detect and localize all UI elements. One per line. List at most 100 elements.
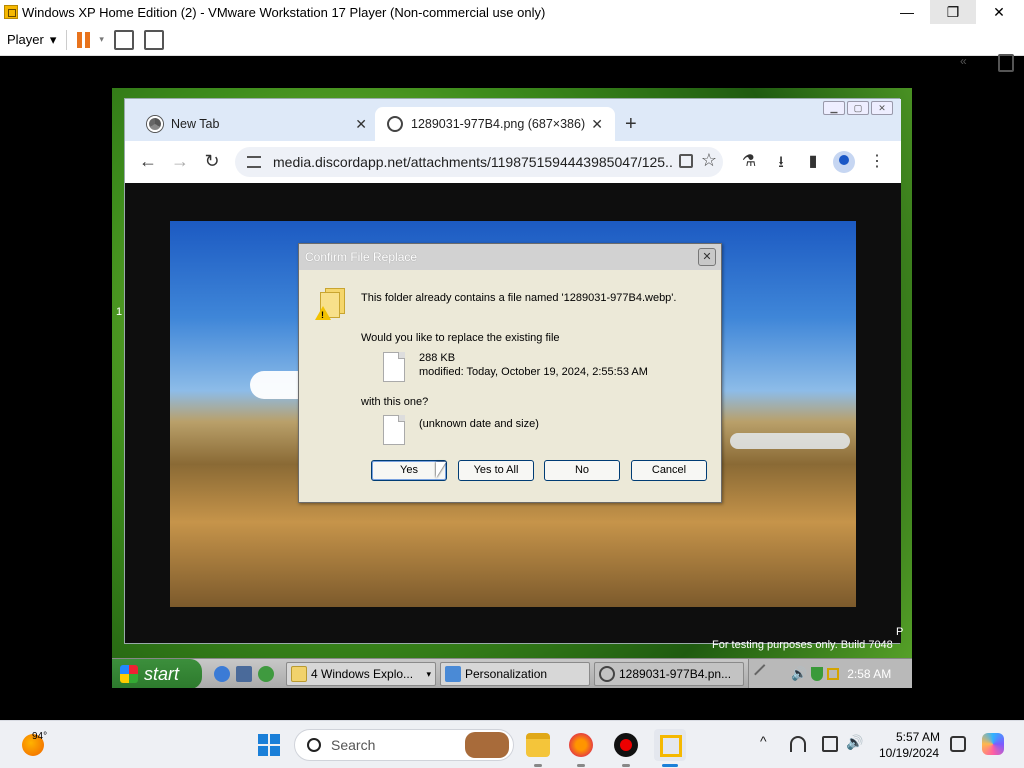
dialog-close-button[interactable]: ✕ [698, 248, 716, 266]
vmware-titlebar: Windows XP Home Edition (2) - VMware Wor… [0, 0, 1024, 24]
tray-clock[interactable]: 2:58 AM [847, 667, 891, 681]
close-button[interactable]: ✕ [871, 101, 893, 115]
notes-icon[interactable] [998, 54, 1014, 72]
download-icon[interactable]: ⭳ [771, 151, 791, 178]
toolbar-divider [66, 29, 68, 50]
xp-taskbar: start 4 Windows Explo... ▾ Personalizati… [112, 658, 912, 688]
search-label: Search [331, 737, 376, 753]
display-icon[interactable] [822, 736, 838, 752]
maximize-button[interactable]: ▢ [847, 101, 869, 115]
taskbar-button-chrome[interactable]: 1289031-977B4.pn... [594, 662, 744, 686]
weather-temperature[interactable]: 94° [32, 731, 47, 742]
folder-icon [291, 666, 307, 682]
pencil-icon[interactable] [754, 664, 774, 684]
new-file-info: (unknown date and size) [419, 418, 539, 430]
network-icon[interactable] [790, 736, 806, 752]
file-icon [383, 415, 405, 445]
new-tab-button[interactable]: + [625, 113, 637, 136]
existing-file-modified: modified: Today, October 19, 2024, 2:55:… [419, 366, 648, 378]
screen-recorder-icon[interactable] [614, 733, 638, 757]
chevron-down-icon: ▾ [49, 31, 57, 47]
vmware-maximize-button[interactable]: ❐ [930, 0, 976, 24]
minimize-button[interactable]: ▁ [823, 101, 845, 115]
guest-screen[interactable]: 1 New Tab ✕ 1289031-977B4.png (687×386) … [112, 88, 912, 688]
chrome-favicon-icon [147, 116, 163, 132]
kebab-menu-icon[interactable]: ⋮ [867, 151, 887, 171]
windows-flag-icon [120, 665, 138, 683]
build-watermark: For testing purposes only. Build 7048 [712, 639, 893, 651]
system-tray: 🔊 2:58 AM [748, 659, 912, 688]
tab-new-tab[interactable]: New Tab ✕ [135, 107, 379, 141]
internet-explorer-icon[interactable] [214, 666, 230, 682]
windows-start-icon[interactable] [258, 734, 280, 756]
security-shield-icon[interactable] [811, 667, 824, 681]
speaker-icon[interactable]: 🔊 [846, 734, 863, 750]
tab-label: New Tab [171, 117, 220, 131]
search-box[interactable]: Search [294, 729, 514, 761]
chrome-toolbar: ← → ↻ media.discordapp.net/attachments/1… [125, 141, 901, 183]
chrome-icon [599, 666, 615, 682]
search-icon [307, 738, 321, 752]
pause-dropdown-icon[interactable]: ▾ [99, 34, 104, 45]
side-panel-icon[interactable]: ▮ [803, 151, 823, 171]
mouse-cursor-icon [436, 462, 446, 478]
dialog-question: Would you like to replace the existing f… [361, 332, 560, 344]
collapse-toolbar-icon[interactable]: « [960, 54, 967, 68]
tab-image[interactable]: 1289031-977B4.png (687×386) ✕ [375, 107, 615, 141]
control-panel-icon [445, 666, 461, 682]
chrome-tabstrip: New Tab ✕ 1289031-977B4.png (687×386) ✕ … [125, 99, 901, 141]
dialog-with-text: with this one? [361, 396, 429, 408]
tab-label: 1289031-977B4.png (687×386) [411, 117, 586, 131]
notification-icon[interactable] [950, 736, 966, 752]
firefox-icon[interactable] [569, 733, 593, 757]
chrome-labs-icon[interactable]: ⚗ [739, 151, 759, 171]
forward-button[interactable]: → [169, 151, 191, 172]
start-button[interactable]: start [112, 659, 202, 688]
reload-button[interactable]: ↻ [201, 151, 223, 172]
url-text[interactable]: media.discordapp.net/attachments/1198751… [273, 154, 673, 170]
volume-icon[interactable]: 🔊 [791, 666, 807, 682]
player-menu-button[interactable]: Player ▾ [7, 32, 56, 48]
taskbar-button-personalization[interactable]: Personalization [440, 662, 590, 686]
cancel-button[interactable]: Cancel [631, 460, 707, 481]
share-icon[interactable] [679, 154, 693, 168]
start-label: start [144, 663, 180, 684]
desktop-edge-text: 1 [116, 306, 123, 318]
copilot-icon[interactable] [982, 733, 1004, 755]
media-player-icon[interactable] [258, 666, 274, 682]
show-desktop-icon[interactable] [236, 666, 252, 682]
vmware-close-button[interactable]: ✕ [976, 0, 1022, 24]
yes-to-all-button[interactable]: Yes to All [458, 460, 534, 481]
bookmark-star-icon[interactable]: ☆ [701, 150, 717, 171]
taskbar-button-explorer[interactable]: 4 Windows Explo... ▾ [286, 662, 436, 686]
clock-date[interactable]: 10/19/2024 [879, 746, 939, 760]
vmware-minimize-button[interactable]: — [884, 0, 930, 24]
vmware-taskbar-icon[interactable] [654, 729, 686, 761]
task-label: 4 Windows Explo... [311, 667, 414, 681]
running-indicator [534, 764, 542, 767]
profile-avatar-icon[interactable] [833, 151, 855, 173]
active-indicator [662, 764, 678, 767]
site-info-icon[interactable] [247, 156, 261, 168]
search-highlight-image [465, 732, 509, 758]
close-icon[interactable]: ✕ [591, 116, 603, 133]
pause-icon[interactable] [77, 31, 91, 48]
chevron-up-icon[interactable]: ^ [760, 733, 767, 749]
watermark-edge-text: P [896, 626, 904, 638]
close-icon[interactable]: ✕ [355, 116, 367, 133]
lock-icon[interactable] [827, 668, 840, 680]
clock-time[interactable]: 5:57 AM [896, 730, 940, 744]
send-ctrl-alt-del-icon[interactable] [113, 29, 134, 50]
back-button[interactable]: ← [137, 151, 159, 172]
running-indicator [622, 764, 630, 767]
fullscreen-icon[interactable] [143, 29, 164, 50]
confirm-file-replace-dialog: Confirm File Replace ✕ ! This folder alr… [298, 243, 722, 503]
vmware-toolbar: Player ▾ ▾ « [0, 24, 1024, 72]
chevron-down-icon: ▾ [426, 668, 431, 679]
file-icon [383, 352, 405, 382]
folder-warning-icon: ! [315, 288, 347, 320]
address-bar[interactable]: media.discordapp.net/attachments/1198751… [235, 147, 723, 177]
dialog-titlebar[interactable]: Confirm File Replace ✕ [299, 244, 721, 270]
no-button[interactable]: No [544, 460, 620, 481]
file-explorer-icon[interactable] [526, 733, 550, 757]
